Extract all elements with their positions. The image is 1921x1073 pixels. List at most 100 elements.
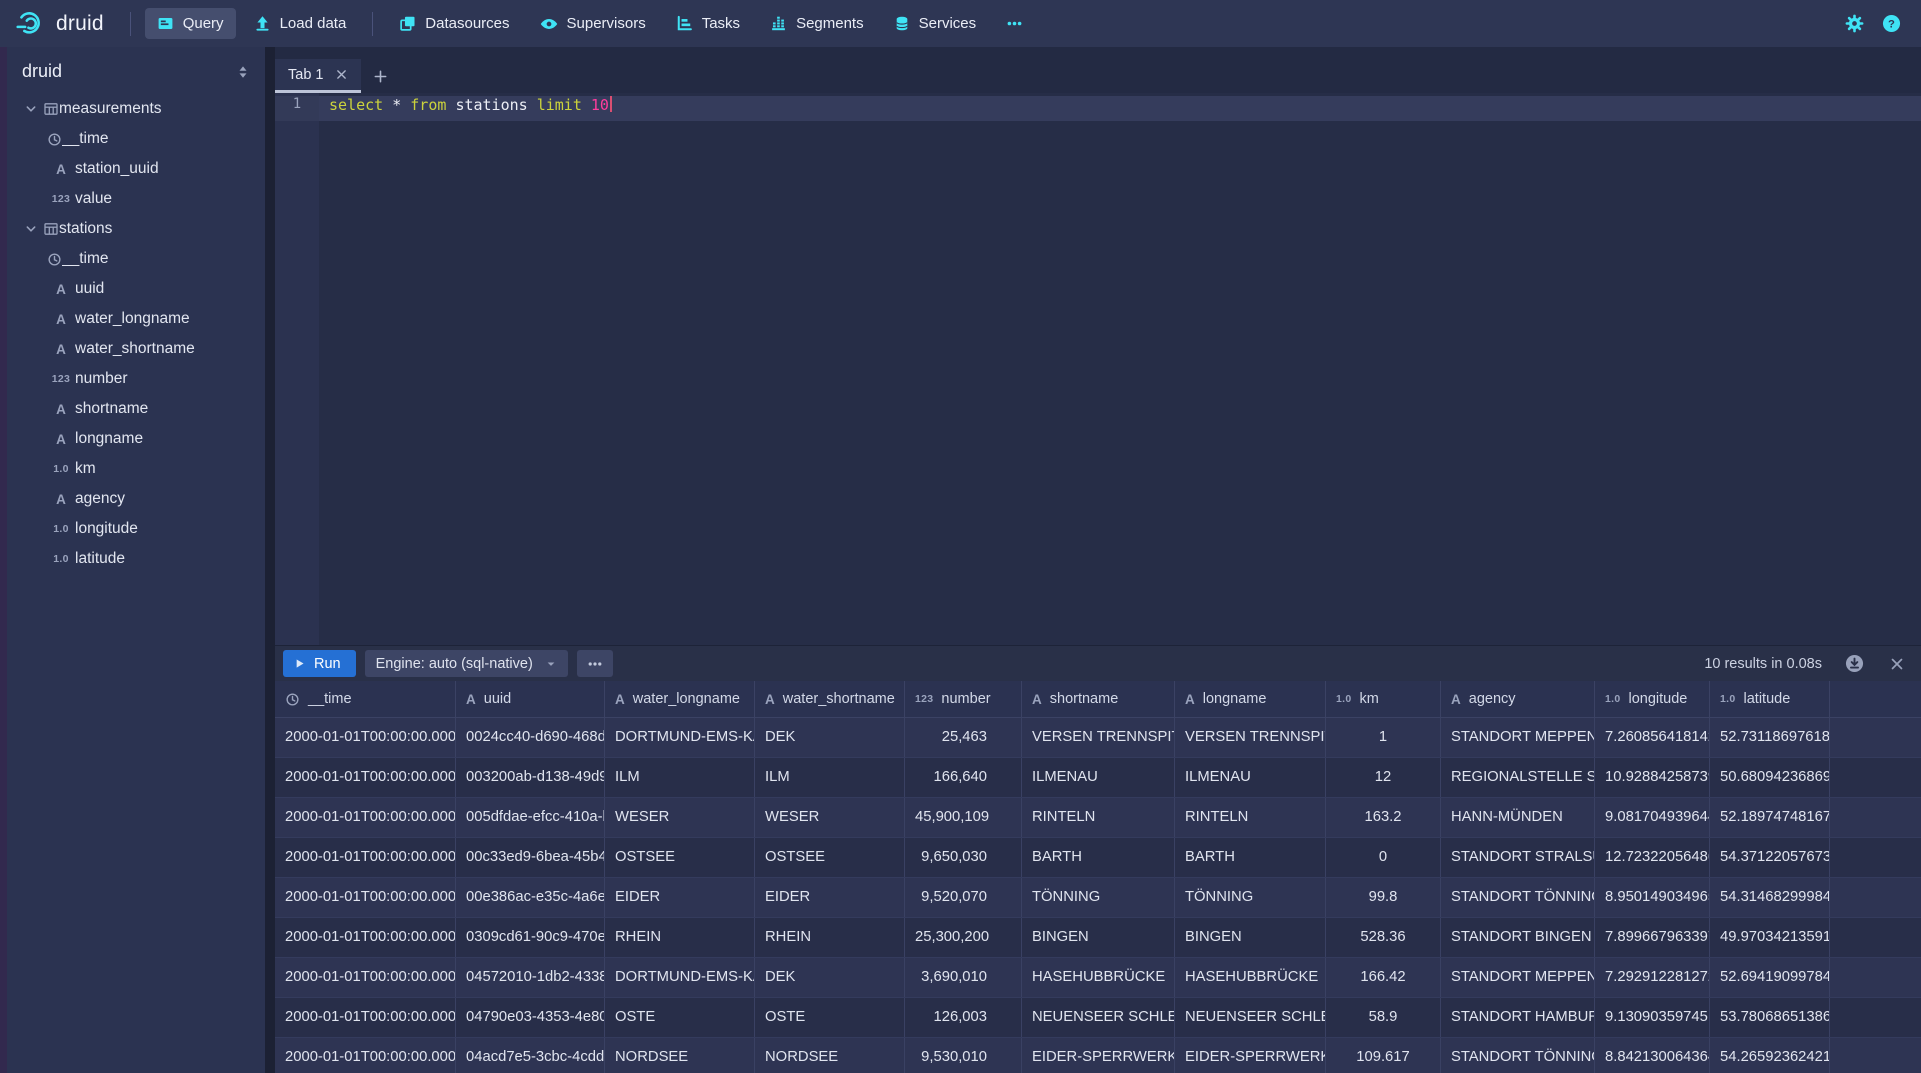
cell-water-shortname[interactable]: EIDER	[755, 878, 905, 917]
tree-column-km[interactable]: 1.0km	[7, 454, 265, 484]
cell-longname[interactable]: BINGEN	[1175, 918, 1326, 957]
nav-item-segments[interactable]: Segments	[758, 8, 876, 39]
cell-uuid[interactable]: 003200ab-d138-49d9-	[456, 758, 605, 797]
cell-latitude[interactable]: 54.371220576733	[1710, 838, 1830, 877]
tree-column--time[interactable]: __time	[7, 124, 265, 154]
cell--time[interactable]: 2000-01-01T00:00:00.000Z	[275, 998, 456, 1037]
cell-longitude[interactable]: 9.0817049396446	[1595, 798, 1710, 837]
cell-shortname[interactable]: HASEHUBBRÜCKE	[1022, 958, 1175, 997]
cell-agency[interactable]: STANDORT STRALSUND	[1441, 838, 1595, 877]
cell-agency[interactable]: STANDORT HAMBURG	[1441, 998, 1595, 1037]
chevron-down-icon[interactable]	[19, 222, 43, 236]
cell-uuid[interactable]: 005dfdae-efcc-410a-b	[456, 798, 605, 837]
tree-column-shortname[interactable]: Ashortname	[7, 394, 265, 424]
cell-uuid[interactable]: 00c33ed9-6bea-45b4-	[456, 838, 605, 877]
cell--time[interactable]: 2000-01-01T00:00:00.000Z	[275, 878, 456, 917]
cell-latitude[interactable]: 52.694190997842	[1710, 958, 1830, 997]
tree-column-longname[interactable]: Alongname	[7, 424, 265, 454]
column-header-shortname[interactable]: Ashortname	[1022, 681, 1175, 717]
cell-water-shortname[interactable]: RHEIN	[755, 918, 905, 957]
cell-km[interactable]: 163.2	[1326, 798, 1441, 837]
cell-longname[interactable]: HASEHUBBRÜCKE	[1175, 958, 1326, 997]
cell-longitude[interactable]: 7.8996679633973	[1595, 918, 1710, 957]
cell-longname[interactable]: RINTELN	[1175, 798, 1326, 837]
column-header-uuid[interactable]: Auuid	[456, 681, 605, 717]
cell--time[interactable]: 2000-01-01T00:00:00.000Z	[275, 758, 456, 797]
cell-km[interactable]: 109.617	[1326, 1038, 1441, 1073]
cell--time[interactable]: 2000-01-01T00:00:00.000Z	[275, 798, 456, 837]
cell-water-longname[interactable]: ILM	[605, 758, 755, 797]
cell-shortname[interactable]: EIDER-SPERRWERK AP	[1022, 1038, 1175, 1073]
cell-water-longname[interactable]: OSTE	[605, 998, 755, 1037]
settings-button[interactable]	[1841, 10, 1868, 37]
brand[interactable]: druid	[14, 5, 104, 43]
tree-column-longitude[interactable]: 1.0longitude	[7, 514, 265, 544]
tree-column--time[interactable]: __time	[7, 244, 265, 274]
cell-latitude[interactable]: 50.680942368697	[1710, 758, 1830, 797]
cell-uuid[interactable]: 00e386ac-e35c-4a6e-	[456, 878, 605, 917]
tree-column-latitude[interactable]: 1.0latitude	[7, 544, 265, 574]
cell-water-shortname[interactable]: DEK	[755, 958, 905, 997]
cell-latitude[interactable]: 54.314682999845	[1710, 878, 1830, 917]
help-button[interactable]: ?	[1878, 10, 1905, 37]
cell-water-longname[interactable]: DORTMUND-EMS-KANAL	[605, 718, 755, 757]
cell-longitude[interactable]: 8.8421300643644	[1595, 1038, 1710, 1073]
cell-number[interactable]: 9,650,030	[905, 838, 1022, 877]
nav-item-load-data[interactable]: Load data	[242, 8, 359, 39]
cell-number[interactable]: 166,640	[905, 758, 1022, 797]
cell-km[interactable]: 166.42	[1326, 958, 1441, 997]
cell-agency[interactable]: STANDORT TÖNNING	[1441, 1038, 1595, 1073]
cell-longitude[interactable]: 9.1309035974516	[1595, 998, 1710, 1037]
cell--time[interactable]: 2000-01-01T00:00:00.000Z	[275, 718, 456, 757]
cell--time[interactable]: 2000-01-01T00:00:00.000Z	[275, 838, 456, 877]
column-header-longname[interactable]: Alongname	[1175, 681, 1326, 717]
sort-columns-icon[interactable]	[234, 62, 252, 82]
close-results-button[interactable]	[1885, 652, 1909, 676]
run-button[interactable]: Run	[283, 650, 356, 677]
cell-shortname[interactable]: VERSEN TRENNSPITZE	[1022, 718, 1175, 757]
cell-latitude[interactable]: 52.731186976186	[1710, 718, 1830, 757]
tree-column-station-uuid[interactable]: Astation_uuid	[7, 154, 265, 184]
cell-agency[interactable]: STANDORT MEPPEN	[1441, 958, 1595, 997]
cell--time[interactable]: 2000-01-01T00:00:00.000Z	[275, 918, 456, 957]
tree-table-measurements[interactable]: measurements	[7, 94, 265, 124]
tree-column-water-longname[interactable]: Awater_longname	[7, 304, 265, 334]
cell-km[interactable]: 58.9	[1326, 998, 1441, 1037]
cell-latitude[interactable]: 53.780686513863	[1710, 998, 1830, 1037]
cell-longname[interactable]: VERSEN TRENNSPITZE	[1175, 718, 1326, 757]
column-header-water-shortname[interactable]: Awater_shortname	[755, 681, 905, 717]
column-header-latitude[interactable]: 1.0latitude	[1710, 681, 1830, 717]
cell-number[interactable]: 3,690,010	[905, 958, 1022, 997]
chevron-down-icon[interactable]	[19, 102, 43, 116]
cell-agency[interactable]: HANN-MÜNDEN	[1441, 798, 1595, 837]
tree-column-uuid[interactable]: Auuid	[7, 274, 265, 304]
cell-longname[interactable]: BARTH	[1175, 838, 1326, 877]
cell-longitude[interactable]: 10.928842587394	[1595, 758, 1710, 797]
engine-select[interactable]: Engine: auto (sql-native)	[365, 650, 568, 677]
cell--time[interactable]: 2000-01-01T00:00:00.000Z	[275, 958, 456, 997]
tree-column-water-shortname[interactable]: Awater_shortname	[7, 334, 265, 364]
cell-km[interactable]: 0	[1326, 838, 1441, 877]
cell-longname[interactable]: ILMENAU	[1175, 758, 1326, 797]
cell-water-longname[interactable]: DORTMUND-EMS-KANAL	[605, 958, 755, 997]
cell-shortname[interactable]: BINGEN	[1022, 918, 1175, 957]
cell-longname[interactable]: EIDER-SPERRWERK AP	[1175, 1038, 1326, 1073]
cell-water-shortname[interactable]: ILM	[755, 758, 905, 797]
cell-km[interactable]: 12	[1326, 758, 1441, 797]
cell-latitude[interactable]: 52.189747481678	[1710, 798, 1830, 837]
column-header-number[interactable]: 123number	[905, 681, 1022, 717]
cell-shortname[interactable]: ILMENAU	[1022, 758, 1175, 797]
cell-water-shortname[interactable]: OSTE	[755, 998, 905, 1037]
cell-number[interactable]: 9,530,010	[905, 1038, 1022, 1073]
cell-shortname[interactable]: BARTH	[1022, 838, 1175, 877]
cell-water-shortname[interactable]: OSTSEE	[755, 838, 905, 877]
cell-water-longname[interactable]: EIDER	[605, 878, 755, 917]
cell-number[interactable]: 25,463	[905, 718, 1022, 757]
nav-item-datasources[interactable]: Datasources	[387, 8, 521, 39]
cell-water-shortname[interactable]: WESER	[755, 798, 905, 837]
cell-uuid[interactable]: 0024cc40-d690-468d-	[456, 718, 605, 757]
tree-column-number[interactable]: 123number	[7, 364, 265, 394]
cell-longitude[interactable]: 7.2929122812727	[1595, 958, 1710, 997]
column-header-longitude[interactable]: 1.0longitude	[1595, 681, 1710, 717]
query-more-button[interactable]	[577, 650, 613, 677]
